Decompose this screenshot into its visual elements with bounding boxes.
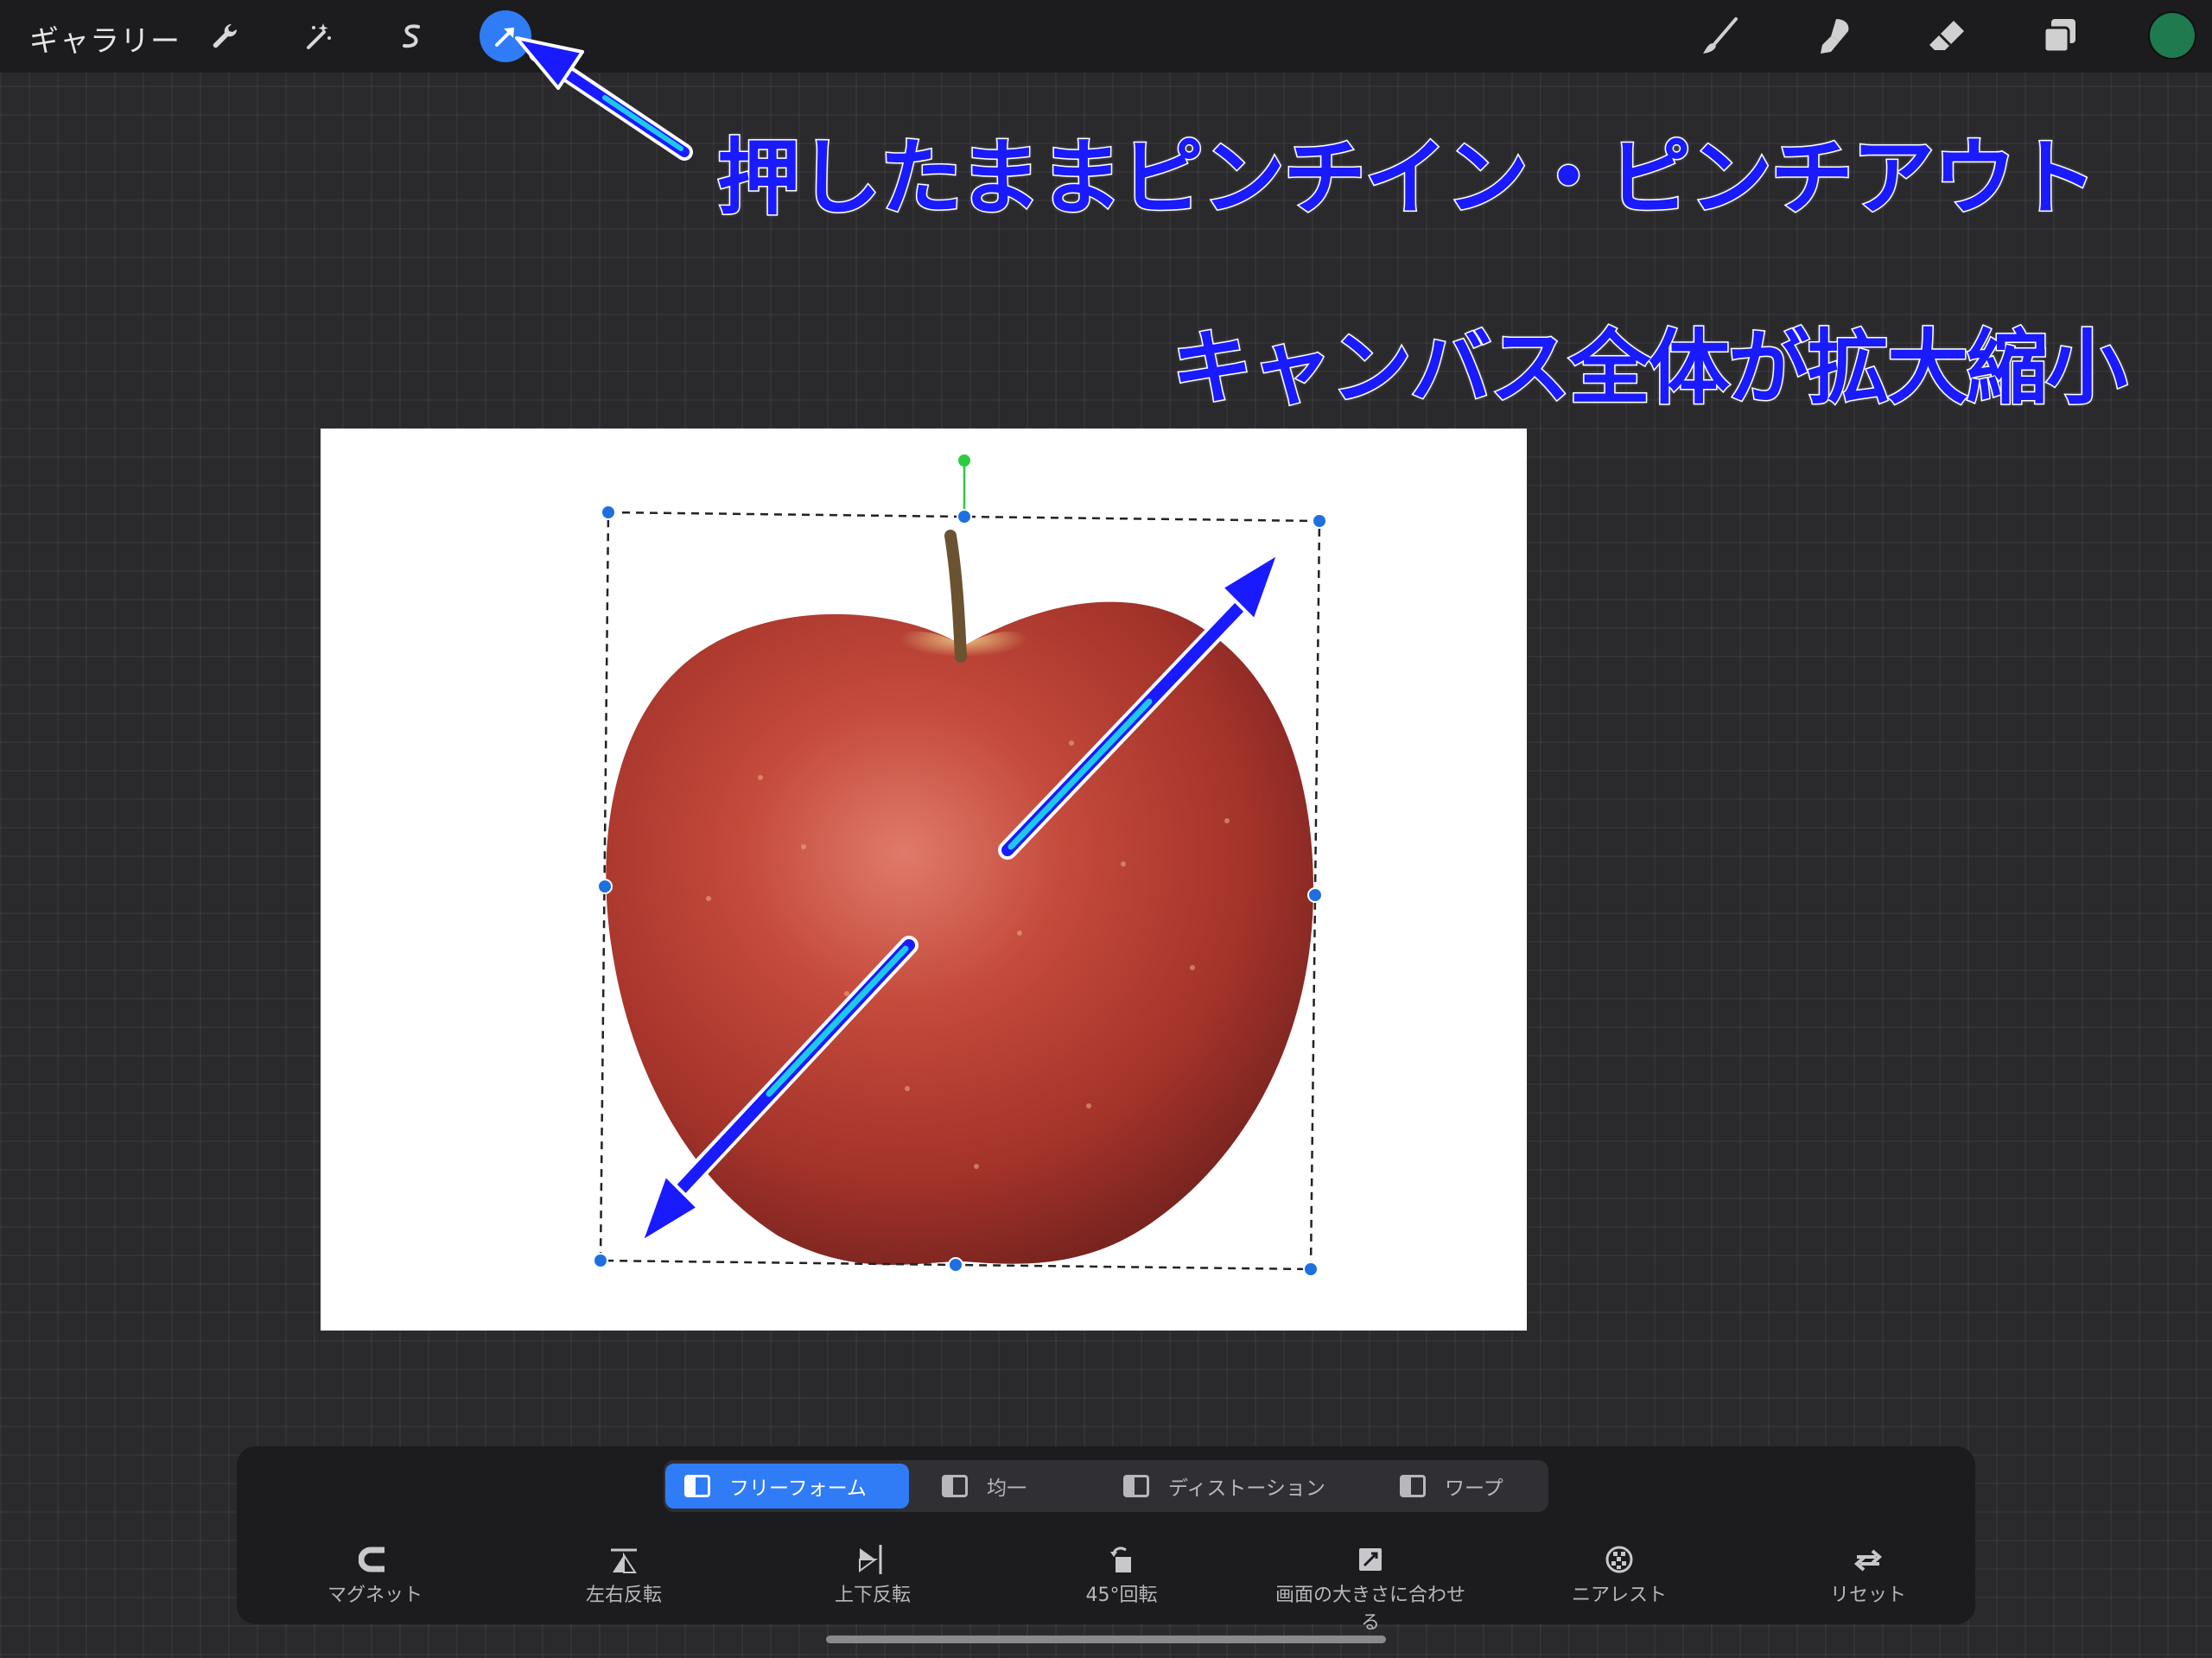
layers-icon[interactable] (2036, 12, 2084, 60)
magnet-icon (359, 1547, 385, 1572)
annotation-pinch-instruction: 押したままピンチイン・ピンチアウト (715, 129, 2098, 228)
fit-to-screen-button[interactable]: 画面の大きさに合わせる (1275, 1543, 1465, 1635)
flip-vertical-icon (859, 1545, 882, 1574)
eraser-icon[interactable] (1923, 12, 1971, 60)
magic-wand-icon[interactable] (292, 10, 344, 62)
freeform-icon (684, 1475, 710, 1497)
flip-horizontal-label: 左右反転 (585, 1585, 662, 1606)
nearest-label: ニアレスト (1571, 1585, 1667, 1606)
flip-horizontal-icon (611, 1548, 637, 1573)
rotate-45-label: 45°回転 (1085, 1585, 1158, 1606)
top-toolbar: ギャラリー (0, 0, 2212, 73)
mode-freeform-label: フリーフォーム (729, 1477, 867, 1500)
nearest-icon (1605, 1546, 1633, 1573)
fit-to-screen-label: 画面の大きさに合わせる (1275, 1585, 1466, 1634)
brush-icon[interactable] (1696, 12, 1745, 60)
nearest-button[interactable]: ニアレスト (1524, 1543, 1714, 1607)
mode-distort[interactable]: ディストーション (1104, 1464, 1363, 1509)
rotate-45-icon (1110, 1547, 1131, 1572)
wrench-icon[interactable] (199, 10, 251, 62)
magnet-button[interactable]: マグネット (280, 1543, 470, 1607)
color-picker-swatch[interactable] (2150, 13, 2195, 58)
transform-arrow-icon[interactable] (480, 10, 531, 62)
magnet-label: マグネット (327, 1585, 423, 1606)
rotate-45-button[interactable]: 45°回転 (1027, 1543, 1217, 1607)
mode-uniform-label: 均一 (987, 1477, 1027, 1500)
warp-icon (1400, 1475, 1426, 1497)
uniform-icon (942, 1475, 968, 1497)
transform-mode-bar: フリーフォーム 均一 ディストーション ワープ (664, 1460, 1548, 1512)
reset-label: リセット (1829, 1585, 1906, 1606)
selection-s-icon[interactable] (385, 10, 437, 62)
transform-panel: フリーフォーム 均一 ディストーション ワープ マグネット 左右反転 上下反転 … (237, 1446, 1975, 1634)
smudge-icon[interactable] (1808, 12, 1857, 60)
mode-distort-label: ディストーション (1168, 1477, 1325, 1500)
mode-warp-label: ワープ (1445, 1477, 1503, 1500)
fit-to-screen-icon (1359, 1548, 1382, 1571)
annotation-canvas-scale: キャンバス全体が拡大縮小 (1170, 321, 2128, 417)
flip-vertical-label: 上下反転 (834, 1585, 911, 1606)
flip-horizontal-button[interactable]: 左右反転 (529, 1543, 719, 1607)
mode-freeform[interactable]: フリーフォーム (665, 1464, 909, 1509)
flip-vertical-button[interactable]: 上下反転 (778, 1543, 968, 1607)
reset-icon (1853, 1549, 1883, 1572)
canvas[interactable] (321, 429, 1527, 1331)
mode-uniform[interactable]: 均一 (923, 1464, 1087, 1509)
home-indicator[interactable] (826, 1636, 1386, 1643)
reset-button[interactable]: リセット (1773, 1543, 1963, 1607)
distort-icon (1123, 1475, 1149, 1497)
gallery-button[interactable]: ギャラリー (29, 17, 181, 60)
mode-warp[interactable]: ワープ (1381, 1464, 1545, 1509)
